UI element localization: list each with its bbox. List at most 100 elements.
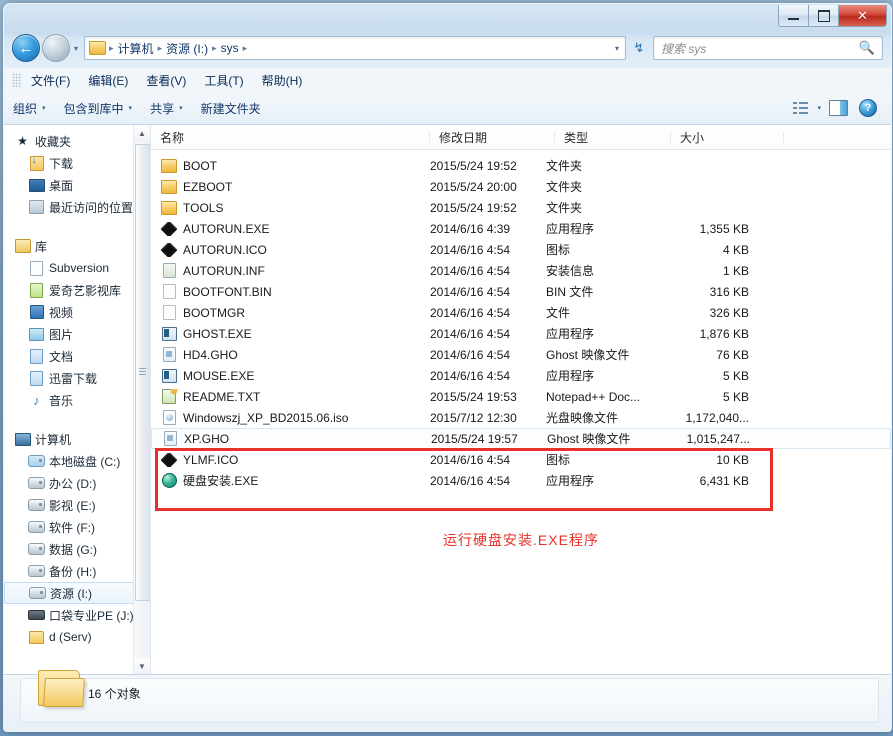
- file-name-cell: BOOTFONT.BIN: [151, 284, 430, 299]
- table-row[interactable]: Windowszj_XP_BD2015.06.iso 2015/7/12 12:…: [151, 407, 891, 428]
- toolbar-right-group: ▾ ?: [787, 96, 891, 120]
- include-in-library-button[interactable]: 包含到库中 ▾: [55, 96, 142, 121]
- table-row[interactable]: README.TXT 2015/5/24 19:53 Notepad++ Doc…: [151, 386, 891, 407]
- file-date-cell: 2015/5/24 19:53: [430, 390, 546, 404]
- column-header-type[interactable]: 类型: [555, 129, 671, 146]
- sidebar-label-recent-places: 最近访问的位置: [49, 199, 133, 216]
- table-row[interactable]: AUTORUN.EXE 2014/6/16 4:39 应用程序 1,355 KB: [151, 218, 891, 239]
- new-folder-button[interactable]: 新建文件夹: [192, 96, 270, 121]
- table-row[interactable]: AUTORUN.ICO 2014/6/16 4:54 图标 4 KB: [151, 239, 891, 260]
- ghost-image-icon: [161, 431, 179, 446]
- chevron-down-icon[interactable]: ▾: [817, 104, 821, 112]
- menu-grip-icon[interactable]: [12, 73, 22, 87]
- change-view-button[interactable]: [787, 96, 813, 120]
- file-type-cell: Ghost 映像文件: [547, 430, 654, 447]
- table-row[interactable]: BOOT 2015/5/24 19:52 文件夹: [151, 155, 891, 176]
- sidebar-item-documents[interactable]: 文档: [4, 345, 150, 367]
- chevron-down-icon: ▾: [129, 104, 133, 112]
- column-header-name[interactable]: 名称: [151, 129, 430, 146]
- file-date-cell: 2015/5/24 19:52: [430, 159, 546, 173]
- sidebar-item-drive-g[interactable]: 数据 (G:): [4, 538, 150, 560]
- sidebar-scrollbar-thumb[interactable]: [135, 144, 150, 601]
- sidebar-item-drive-i[interactable]: 资源 (I:): [4, 582, 145, 604]
- sidebar-item-drive-c[interactable]: 本地磁盘 (C:): [4, 450, 150, 472]
- sidebar-item-drive-d[interactable]: 办公 (D:): [4, 472, 150, 494]
- scrollbar-grip-icon: [139, 368, 146, 377]
- table-row[interactable]: GHOST.EXE 2014/6/16 4:54 应用程序 1,876 KB: [151, 323, 891, 344]
- organize-button[interactable]: 组织 ▾: [4, 96, 55, 121]
- table-row[interactable]: YLMF.ICO 2014/6/16 4:54 图标 10 KB: [151, 449, 891, 470]
- sidebar-item-thunder-download[interactable]: 迅雷下载: [4, 367, 150, 389]
- breadcrumb-item-sys[interactable]: sys: [218, 41, 242, 55]
- table-row[interactable]: HD4.GHO 2014/6/16 4:54 Ghost 映像文件 76 KB: [151, 344, 891, 365]
- refresh-button[interactable]: ↯: [628, 37, 650, 59]
- forward-button[interactable]: →: [42, 34, 70, 62]
- sidebar-item-iqiyi[interactable]: 爱奇艺影视库: [4, 279, 150, 301]
- address-bar[interactable]: ▸ 计算机 ▸ 资源 (I:) ▸ sys ▸ ▾: [84, 36, 626, 60]
- table-row[interactable]: MOUSE.EXE 2014/6/16 4:54 应用程序 5 KB: [151, 365, 891, 386]
- sidebar-item-subversion[interactable]: Subversion: [4, 257, 150, 279]
- sidebar-item-drive-f[interactable]: 软件 (F:): [4, 516, 150, 538]
- table-row[interactable]: BOOTFONT.BIN 2014/6/16 4:54 BIN 文件 316 K…: [151, 281, 891, 302]
- scroll-down-arrow-icon[interactable]: ▼: [134, 658, 150, 675]
- table-row[interactable]: 硬盘安装.EXE 2014/6/16 4:54 应用程序 6,431 KB: [151, 470, 891, 491]
- table-row[interactable]: TOOLS 2015/5/24 19:52 文件夹: [151, 197, 891, 218]
- sidebar-scrollbar[interactable]: ▲ ▼: [133, 125, 150, 675]
- menu-item-view[interactable]: 查看(V): [137, 69, 195, 92]
- table-row[interactable]: BOOTMGR 2014/6/16 4:54 文件 326 KB: [151, 302, 891, 323]
- address-dropdown-icon[interactable]: ▾: [609, 44, 625, 53]
- file-name-text: README.TXT: [183, 390, 260, 404]
- preview-pane-button[interactable]: [825, 96, 851, 120]
- table-row[interactable]: EZBOOT 2015/5/24 20:00 文件夹: [151, 176, 891, 197]
- table-row-selected[interactable]: XP.GHO 2015/5/24 19:57 Ghost 映像文件 1,015,…: [151, 428, 891, 449]
- star-icon: ★: [14, 134, 31, 148]
- menu-item-file[interactable]: 文件(F): [22, 69, 79, 92]
- new-folder-label: 新建文件夹: [201, 100, 261, 117]
- share-button[interactable]: 共享 ▾: [141, 96, 192, 121]
- sidebar-item-video[interactable]: 视频: [4, 301, 150, 323]
- file-name-text: GHOST.EXE: [183, 327, 252, 341]
- recent-pages-button[interactable]: ▾: [74, 44, 78, 53]
- sidebar-item-drive-e[interactable]: 影视 (E:): [4, 494, 150, 516]
- column-header-size[interactable]: 大小: [671, 129, 784, 146]
- breadcrumb-separator-3[interactable]: ▸: [242, 43, 249, 54]
- file-name-cell: BOOTMGR: [151, 305, 430, 320]
- preview-pane-icon: [829, 100, 848, 116]
- scroll-up-arrow-icon[interactable]: ▲: [134, 125, 150, 142]
- sidebar-spacer-1: [4, 218, 150, 230]
- breadcrumb: ▸ 计算机 ▸ 资源 (I:) ▸ sys ▸: [85, 40, 609, 57]
- maximize-button[interactable]: [809, 5, 839, 27]
- blank-file-icon: [160, 305, 178, 320]
- sidebar-header-favorites[interactable]: ★ 收藏夹: [4, 130, 150, 152]
- back-button[interactable]: ←: [12, 34, 40, 62]
- minimize-button[interactable]: [778, 5, 809, 27]
- sidebar-item-downloads[interactable]: 下载: [4, 152, 150, 174]
- sidebar-label-downloads: 下载: [49, 155, 73, 172]
- close-button[interactable]: ✕: [839, 5, 887, 27]
- sidebar-header-computer[interactable]: 计算机: [4, 428, 150, 450]
- file-size-cell: 1,015,247...: [654, 432, 750, 446]
- breadcrumb-item-computer[interactable]: 计算机: [115, 40, 157, 57]
- sidebar-item-drive-j[interactable]: 口袋专业PE (J:): [4, 604, 150, 626]
- table-row[interactable]: AUTORUN.INF 2014/6/16 4:54 安装信息 1 KB: [151, 260, 891, 281]
- sidebar-item-music[interactable]: ♪ 音乐: [4, 389, 150, 411]
- file-type-cell: 光盘映像文件: [546, 409, 653, 426]
- search-input[interactable]: 搜索 sys: [654, 40, 859, 57]
- nav-group-libraries: 库 Subversion 爱奇艺影视库 视频 图片: [4, 230, 150, 411]
- help-button[interactable]: ?: [855, 96, 881, 120]
- breadcrumb-item-drive[interactable]: 资源 (I:): [163, 40, 211, 57]
- sidebar-item-desktop[interactable]: 桌面: [4, 174, 150, 196]
- menu-item-help[interactable]: 帮助(H): [253, 69, 312, 92]
- sidebar-item-network-folder[interactable]: d (Serv): [4, 626, 150, 648]
- sidebar-header-libraries[interactable]: 库: [4, 235, 150, 257]
- sidebar-item-pictures[interactable]: 图片: [4, 323, 150, 345]
- blank-file-icon: [160, 284, 178, 299]
- sidebar-item-recent-places[interactable]: 最近访问的位置: [4, 196, 150, 218]
- menu-item-edit[interactable]: 编辑(E): [79, 69, 137, 92]
- title-bar[interactable]: ✕: [4, 4, 891, 32]
- sidebar-item-drive-h[interactable]: 备份 (H:): [4, 560, 150, 582]
- file-name-text: BOOTMGR: [183, 306, 245, 320]
- search-box[interactable]: 搜索 sys 🔍: [653, 36, 883, 60]
- menu-item-tools[interactable]: 工具(T): [195, 69, 252, 92]
- column-header-date[interactable]: 修改日期: [430, 129, 555, 146]
